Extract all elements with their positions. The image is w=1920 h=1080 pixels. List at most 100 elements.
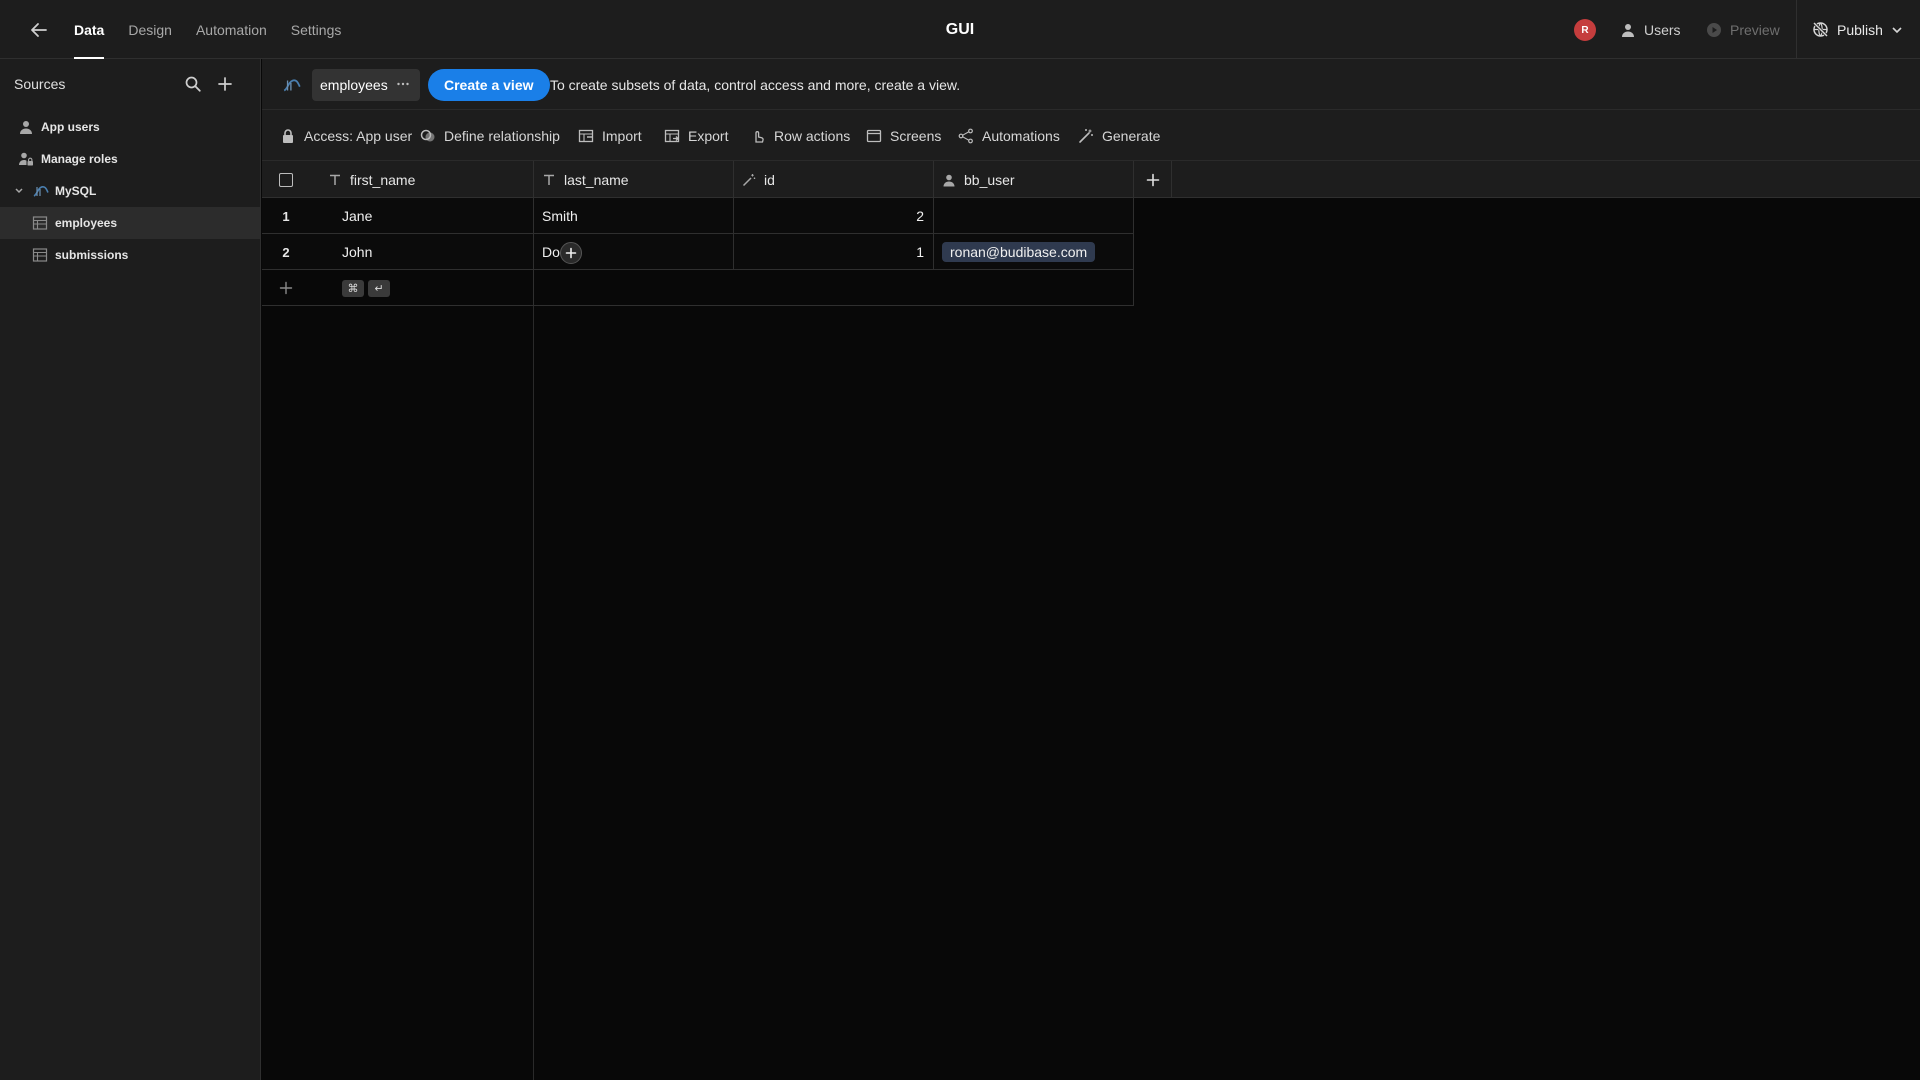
- screens-label: Screens: [890, 127, 942, 144]
- create-view-button[interactable]: Create a view: [428, 69, 550, 101]
- automations-button[interactable]: Automations: [958, 110, 1060, 161]
- sidebar-item-app-users[interactable]: App users: [0, 111, 260, 143]
- tab-settings[interactable]: Settings: [291, 0, 342, 59]
- table-row[interactable]: 1 Jane Smith 2: [262, 198, 1134, 234]
- import-button[interactable]: Import: [578, 110, 642, 161]
- tab-design[interactable]: Design: [128, 0, 172, 59]
- cell-first-name[interactable]: Jane: [310, 198, 534, 234]
- column-header-bb-user[interactable]: bb_user: [934, 161, 1134, 198]
- sidebar-item-submissions[interactable]: submissions: [0, 239, 260, 271]
- screen-icon: [866, 129, 882, 142]
- column-header-label: bb_user: [964, 171, 1015, 188]
- access-button[interactable]: Access: App user: [280, 110, 412, 161]
- sidebar-item-label: submissions: [55, 248, 129, 262]
- user-type-icon: [943, 174, 955, 186]
- avatar[interactable]: R: [1574, 19, 1596, 41]
- mysql-icon: [282, 75, 302, 95]
- create-view-hint: To create subsets of data, control acces…: [550, 76, 961, 93]
- generate-button[interactable]: Generate: [1078, 110, 1160, 161]
- play-icon: [1707, 22, 1721, 37]
- publish-label: Publish: [1837, 21, 1883, 38]
- column-header-last-name[interactable]: last_name: [534, 161, 734, 198]
- user-icon: [1622, 23, 1634, 37]
- relationship-icon: [420, 129, 435, 141]
- pointer-icon: [755, 130, 764, 143]
- magic-wand-icon: [1079, 128, 1093, 143]
- export-icon: [664, 129, 680, 142]
- table-tab-label: employees: [320, 77, 388, 93]
- table-row[interactable]: 2 John Doe 1 ronan@budibase.com: [262, 234, 1134, 270]
- grid-header: first_name last_name id bb_user: [262, 161, 1920, 198]
- text-type-icon: [544, 174, 554, 185]
- auto-id-icon: [742, 173, 756, 186]
- cell-id[interactable]: 2: [734, 198, 934, 234]
- sticky-column-divider: [533, 306, 534, 1080]
- table-toolbar: Access: App user Define relationship Imp…: [262, 110, 1920, 161]
- preview-button[interactable]: Preview: [1706, 0, 1780, 59]
- column-header-label: last_name: [564, 171, 629, 188]
- chevron-down-icon: [13, 183, 25, 199]
- builder-nav-tabs: Data Design Automation Settings: [74, 0, 341, 59]
- new-row[interactable]: ⌘ ↵: [262, 270, 1134, 306]
- add-source-icon[interactable]: [216, 75, 234, 93]
- automation-icon: [958, 128, 973, 143]
- top-bar: Data Design Automation Settings GUI R Us…: [0, 0, 1920, 59]
- tab-data[interactable]: Data: [74, 0, 105, 59]
- tab-automation[interactable]: Automation: [196, 0, 267, 59]
- column-header-first-name[interactable]: first_name: [310, 161, 534, 198]
- cell-divider: [533, 270, 534, 306]
- chevron-down-icon: [1892, 26, 1902, 33]
- automations-label: Automations: [982, 127, 1060, 144]
- sidebar-item-label: MySQL: [55, 184, 97, 198]
- cell-first-name[interactable]: John: [310, 234, 534, 270]
- sidebar-item-employees[interactable]: employees: [0, 207, 260, 239]
- back-arrow-icon[interactable]: [26, 17, 52, 43]
- sidebar-item-manage-roles[interactable]: Manage roles: [0, 143, 260, 175]
- users-button[interactable]: Users: [1620, 0, 1681, 59]
- user-pill: ronan@budibase.com: [942, 242, 1096, 262]
- column-header-label: id: [764, 171, 775, 188]
- lock-icon: [283, 128, 293, 143]
- table-tabs-bar: employees Create a view To create subset…: [262, 59, 1920, 110]
- user-lock-icon: [18, 151, 34, 167]
- add-column-icon[interactable]: [1134, 161, 1172, 198]
- users-label: Users: [1644, 21, 1681, 38]
- data-grid: first_name last_name id bb_user 1 Jane S…: [262, 161, 1920, 1080]
- sidebar-item-mysql[interactable]: MySQL: [0, 175, 260, 207]
- sidebar-item-label: employees: [55, 216, 118, 230]
- row-actions-button[interactable]: Row actions: [750, 110, 850, 161]
- user-icon: [18, 119, 34, 135]
- import-icon: [578, 129, 594, 142]
- define-relationship-label: Define relationship: [444, 127, 560, 144]
- column-header-id[interactable]: id: [734, 161, 934, 198]
- screens-button[interactable]: Screens: [866, 110, 941, 161]
- generate-label: Generate: [1102, 127, 1161, 144]
- add-row-icon[interactable]: [279, 281, 293, 295]
- row-number: 1: [282, 208, 290, 224]
- more-options-icon[interactable]: [396, 77, 410, 91]
- text-type-icon: [330, 174, 340, 185]
- table-icon: [32, 247, 48, 263]
- mysql-icon: [32, 183, 50, 199]
- cell-bb-user[interactable]: [934, 198, 1134, 234]
- import-label: Import: [602, 127, 642, 144]
- table-icon: [32, 215, 48, 231]
- export-label: Export: [688, 127, 729, 144]
- sidebar-item-label: Manage roles: [41, 152, 118, 166]
- main-content: employees Create a view To create subset…: [262, 59, 1920, 1080]
- row-number: 2: [282, 244, 290, 260]
- tab-employees[interactable]: employees: [312, 69, 420, 101]
- cell-id[interactable]: 1: [734, 234, 934, 270]
- search-icon[interactable]: [184, 75, 202, 93]
- insert-row-icon[interactable]: [560, 242, 582, 264]
- select-all-checkbox[interactable]: [279, 173, 293, 187]
- publish-button[interactable]: Publish: [1812, 0, 1903, 59]
- cell-last-name[interactable]: Smith: [534, 198, 734, 234]
- column-header-label: first_name: [350, 171, 416, 188]
- sidebar-item-label: App users: [41, 120, 100, 134]
- command-key-icon: ⌘: [342, 280, 364, 297]
- sidebar-header: Sources: [14, 59, 250, 109]
- export-button[interactable]: Export: [664, 110, 728, 161]
- cell-bb-user[interactable]: ronan@budibase.com: [934, 234, 1134, 270]
- define-relationship-button[interactable]: Define relationship: [420, 110, 560, 161]
